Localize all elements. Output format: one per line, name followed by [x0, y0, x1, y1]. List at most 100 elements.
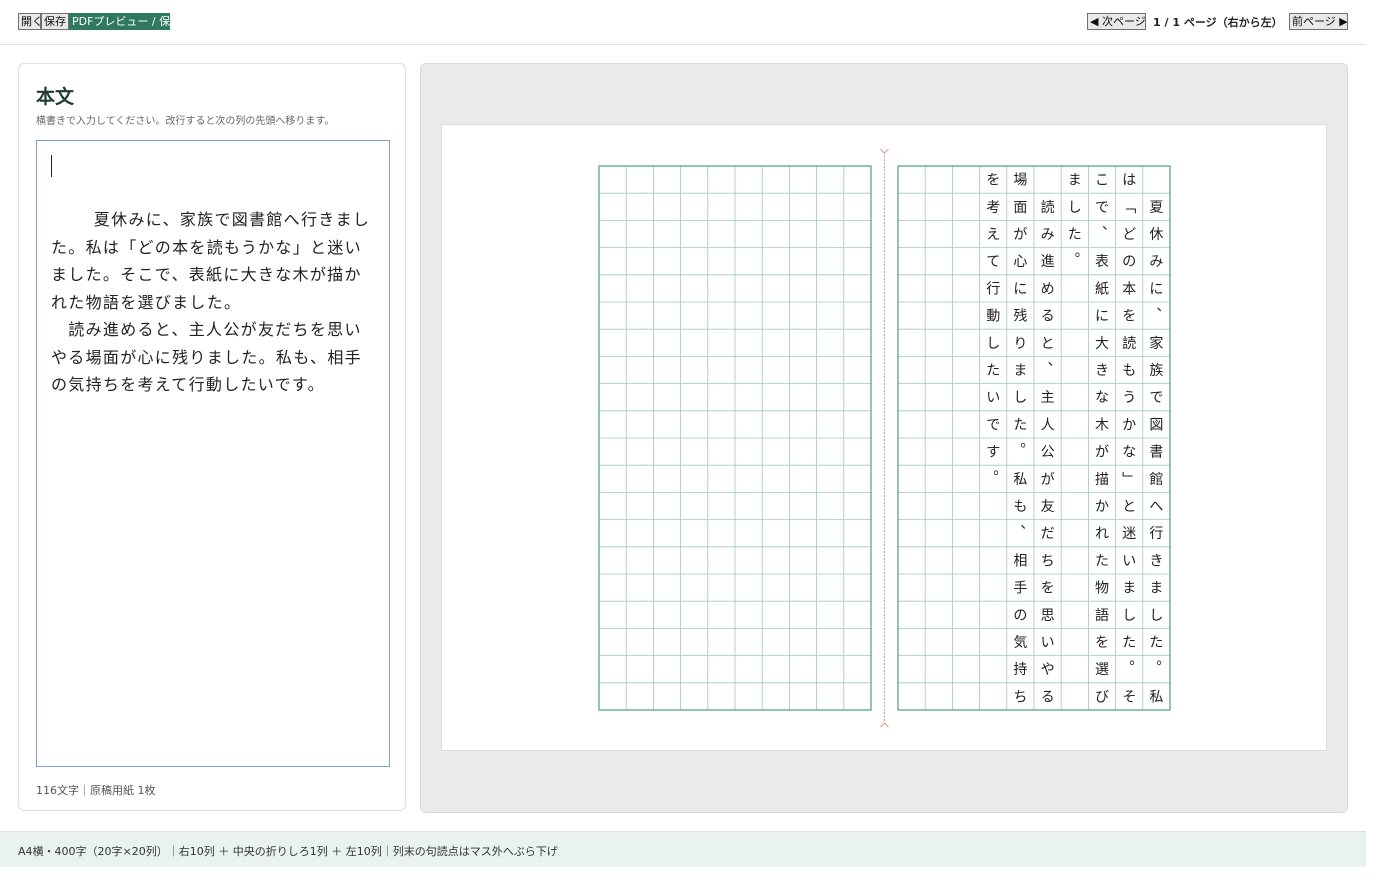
editor-title: 本文 [36, 86, 75, 108]
manuscript-char: 館 [1149, 471, 1163, 488]
manuscript-char: 木 [1095, 417, 1109, 433]
manuscript-char: 心 [1013, 254, 1027, 270]
manuscript-char: 面 [1013, 200, 1027, 216]
manuscript-char: し [986, 336, 1000, 352]
manuscript-char: の [1122, 254, 1136, 270]
body-text-input[interactable]: 夏休みに、家族で図書館へ行きました。私は「どの本を読もうかな」と迷いました。そこ… [36, 140, 390, 767]
manuscript-char: 描 [1095, 472, 1109, 488]
manuscript-char: ま [1013, 363, 1027, 379]
manuscript-char: も [1013, 499, 1027, 515]
manuscript-char: 進 [1041, 254, 1055, 270]
manuscript-char: の [1013, 608, 1027, 624]
fold-mark-top [880, 148, 889, 154]
editor-panel: 本文 横書きで入力してください。改行すると次の列の先頭へ移ります。 夏休みに、家… [18, 63, 406, 811]
manuscript-char: 人 [1041, 417, 1055, 433]
manuscript-char: 、 [1156, 299, 1170, 315]
open-button[interactable]: 開く [18, 13, 43, 30]
manuscript-char: か [1122, 417, 1136, 433]
manuscript-char: て [986, 254, 1000, 270]
status-bar: A4横・400字（20字×20列）｜右10列 ＋ 中央の折りしろ1列 ＋ 左10… [0, 831, 1366, 867]
manuscript-char: で [986, 417, 1000, 433]
manuscript-char: を [1095, 635, 1109, 651]
manuscript-char: い [986, 390, 1000, 406]
manuscript-char: ﹁ [1122, 200, 1136, 216]
status-text: A4横・400字（20字×20列）｜右10列 ＋ 中央の折りしろ1列 ＋ 左10… [18, 845, 558, 858]
manuscript-char: を [1122, 309, 1136, 325]
manuscript-char: か [1095, 499, 1109, 515]
manuscript-char: へ [1149, 499, 1163, 515]
pdf-preview-save-button[interactable]: PDFプレビュー / 保存 [69, 13, 181, 30]
genko-grid: 夏休みに、家族で図書館へ行きました。私は﹁どの本を読もうかな﹂と迷いました。そこ… [598, 148, 1171, 728]
manuscript-char: だ [1041, 526, 1055, 542]
manuscript-char: な [1122, 445, 1136, 461]
page-indicator: 1 / 1 ページ（右から左） [1153, 16, 1283, 29]
manuscript-char: た [1095, 553, 1109, 569]
manuscript-char: ど [1122, 227, 1136, 243]
manuscript-char: が [1013, 227, 1027, 243]
manuscript-char: 本 [1122, 281, 1136, 297]
manuscript-char: き [1095, 363, 1109, 379]
manuscript-char: に [1013, 281, 1027, 297]
manuscript-char: 読 [1041, 199, 1055, 216]
manuscript-char: な [1095, 390, 1109, 406]
manuscript-char: 場 [1013, 173, 1027, 189]
fold-mark-bottom [880, 722, 889, 728]
editor-hint: 横書きで入力してください。改行すると次の列の先頭へ移ります。 [36, 116, 335, 127]
manuscript-char: 気 [1013, 635, 1027, 651]
manuscript-char: た [986, 363, 1000, 379]
manuscript-char: み [1149, 254, 1163, 270]
manuscript-char: も [1122, 363, 1136, 379]
manuscript-char: 。 [1129, 652, 1143, 668]
manuscript-char: 。 [1156, 652, 1170, 668]
manuscript-char: し [1149, 608, 1163, 624]
manuscript-char: 残 [1013, 309, 1027, 325]
char-count: 116文字｜原稿用紙 1枚 [36, 784, 156, 797]
manuscript-char: 持 [1013, 662, 1027, 678]
top-toolbar: 開く 保存 PDFプレビュー / 保存 ◀ 次ページ 1 / 1 ページ（右から… [0, 0, 1366, 45]
manuscript-char: や [1041, 662, 1055, 678]
manuscript-char: え [986, 227, 1000, 243]
manuscript-char: 。 [993, 462, 1007, 478]
manuscript-char: 物 [1095, 581, 1109, 597]
manuscript-char: 選 [1095, 662, 1109, 678]
manuscript-char: う [1122, 390, 1136, 406]
manuscript-char: い [1041, 635, 1055, 651]
body-text: 夏休みに、家族で図書館へ行きました。私は「どの本を読もうかな」と迷いました。そこ… [51, 210, 371, 394]
manuscript-char: 手 [1013, 581, 1027, 597]
manuscript-char: め [1041, 281, 1055, 297]
save-button[interactable]: 保存 [41, 13, 69, 30]
manuscript-paper: 夏休みに、家族で図書館へ行きました。私は ﹁ どの本を読もうかな ﹂ と迷いました。そこ… [441, 124, 1327, 751]
manuscript-char: し [1013, 390, 1027, 406]
manuscript-char: き [1149, 553, 1163, 569]
manuscript-char: 私 [1013, 472, 1027, 488]
manuscript-char: ま [1122, 581, 1136, 597]
manuscript-char: 図 [1149, 417, 1163, 433]
manuscript-char: た [1068, 227, 1082, 243]
manuscript-char: ま [1068, 173, 1082, 189]
manuscript-char: で [1095, 200, 1109, 216]
manuscript-char: 大 [1095, 336, 1109, 352]
manuscript-char: 家 [1149, 335, 1163, 352]
manuscript-char: 。 [1075, 244, 1089, 260]
manuscript-char: に [1149, 281, 1163, 297]
manuscript-char: し [1068, 200, 1082, 216]
manuscript-char: ま [1149, 581, 1163, 597]
manuscript-char: 紙 [1095, 281, 1109, 297]
manuscript-char: い [1122, 553, 1136, 569]
manuscript-char: り [1013, 336, 1027, 352]
manuscript-char: 公 [1041, 445, 1055, 461]
manuscript-char: 読 [1122, 335, 1136, 352]
manuscript-char: 、 [1020, 516, 1034, 532]
manuscript-char: ﹂ [1122, 472, 1136, 488]
prev-page-button[interactable]: 前ページ ▶ [1289, 13, 1348, 30]
manuscript-char: 表 [1095, 254, 1109, 270]
manuscript-char: そ [1122, 689, 1136, 705]
manuscript-char: 行 [1149, 526, 1163, 542]
next-page-button[interactable]: ◀ 次ページ [1087, 13, 1146, 30]
text-caret [51, 155, 52, 177]
manuscript-char: を [1041, 581, 1055, 597]
manuscript-char: が [1041, 472, 1055, 488]
manuscript-char: 夏 [1149, 200, 1163, 216]
manuscript-char: が [1095, 445, 1109, 461]
manuscript-char: を [986, 173, 1000, 189]
